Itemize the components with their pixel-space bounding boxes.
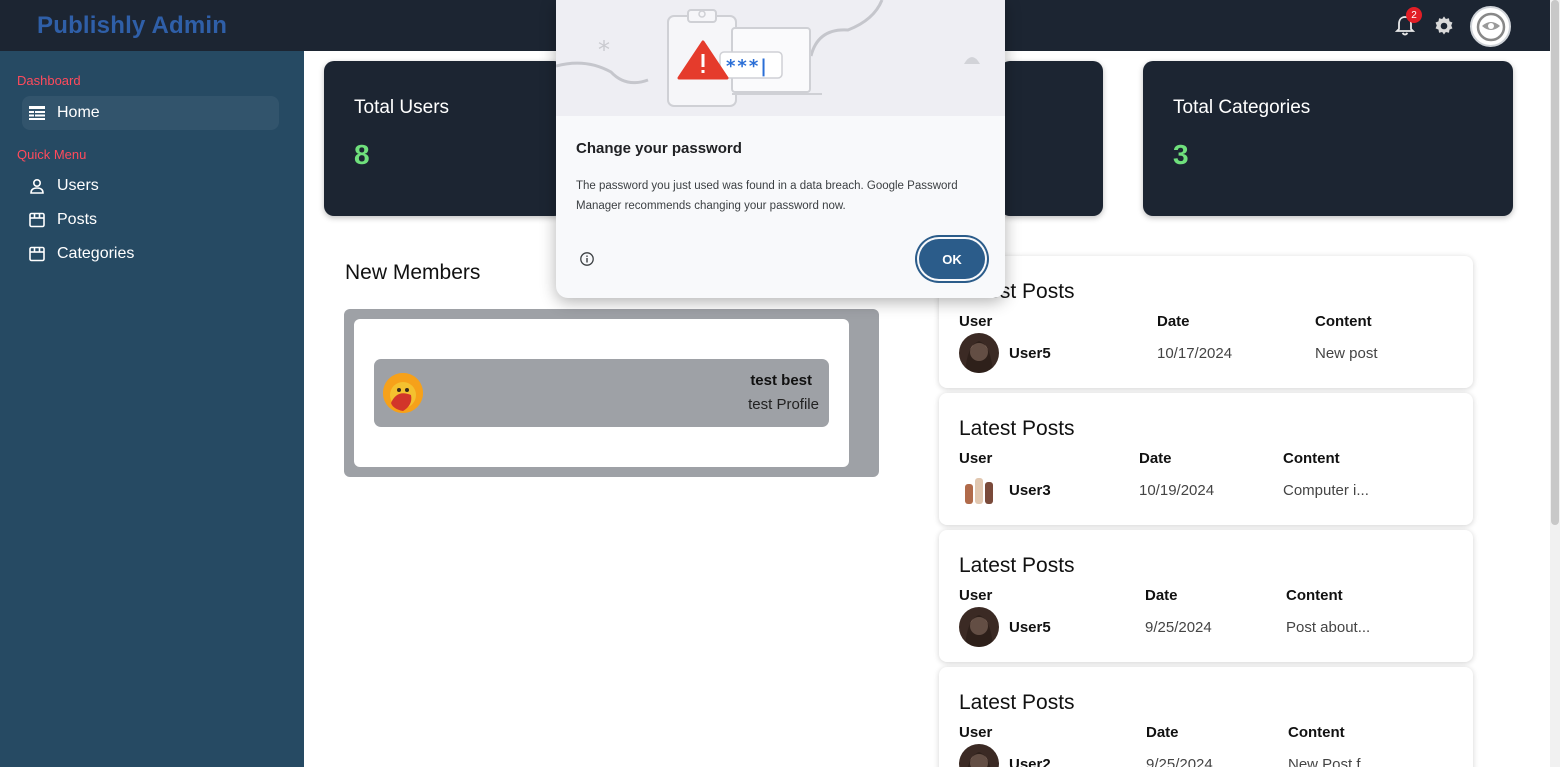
header-date: Date	[1157, 313, 1190, 330]
sidebar-item-home[interactable]: Home	[22, 96, 279, 130]
member-name: test best	[750, 372, 812, 389]
sidebar-item-users[interactable]: Users	[22, 169, 279, 203]
ok-button[interactable]: OK	[919, 239, 985, 279]
page-scrollbar[interactable]	[1550, 0, 1560, 767]
post-user[interactable]: User5	[1009, 345, 1051, 362]
card-title: Latest Posts	[959, 554, 1075, 577]
sidebar-section-dashboard: Dashboard	[17, 73, 81, 88]
post-user[interactable]: User5	[1009, 619, 1051, 636]
user-avatar	[959, 470, 999, 510]
user-avatar	[959, 744, 999, 767]
header-content: Content	[1288, 724, 1345, 741]
scrollbar-thumb[interactable]	[1551, 0, 1559, 525]
dialog-message: The password you just used was found in …	[576, 180, 958, 212]
stat-title: Total Categories	[1173, 97, 1311, 118]
card-title: Latest Posts	[959, 691, 1075, 714]
store-icon	[28, 245, 46, 263]
sidebar-section-quick-menu: Quick Menu	[17, 147, 87, 162]
header-date: Date	[1146, 724, 1179, 741]
member-profile: test Profile	[748, 396, 819, 413]
card-title: Latest Posts	[959, 417, 1075, 440]
stat-card-categories: Total Categories 3	[1143, 61, 1513, 216]
latest-posts-card: Latest Posts User Date Content User5 10/…	[939, 256, 1473, 388]
user-avatar	[959, 333, 999, 373]
post-content[interactable]: Computer i...	[1283, 482, 1369, 499]
post-date: 10/19/2024	[1139, 482, 1215, 499]
header-content: Content	[1286, 587, 1343, 604]
post-content[interactable]: New post	[1315, 345, 1378, 362]
header-user: User	[959, 313, 993, 330]
member-avatar	[383, 373, 423, 413]
sidebar-item-label: Posts	[57, 211, 98, 228]
sidebar: Dashboard Home Quick Menu Users Posts Ca…	[0, 51, 304, 767]
user-icon	[28, 177, 46, 195]
stat-card-users: Total Users 8	[324, 61, 564, 216]
gear-icon[interactable]	[1431, 13, 1457, 39]
store-icon	[28, 211, 46, 229]
sidebar-item-posts[interactable]: Posts	[22, 203, 279, 237]
stat-value: 8	[354, 139, 370, 170]
latest-posts-card: Latest Posts User Date Content User2 9/2…	[939, 667, 1473, 767]
stat-title: Total Users	[354, 97, 450, 118]
post-date: 9/25/2024	[1145, 619, 1212, 636]
dialog-title: Change your password	[576, 140, 742, 157]
sidebar-item-label: Home	[57, 104, 100, 121]
new-members-title: New Members	[345, 261, 481, 284]
header-user: User	[959, 450, 993, 467]
change-password-dialog: * ***| Change your password The password…	[556, 0, 1005, 298]
stat-value: 3	[1173, 139, 1189, 170]
illustration-text: ***|	[726, 56, 769, 77]
header-content: Content	[1315, 313, 1372, 330]
post-user[interactable]: User2	[1009, 756, 1051, 767]
post-content[interactable]: Post about...	[1286, 619, 1370, 636]
notification-badge: 2	[1406, 7, 1422, 23]
header-user: User	[959, 724, 993, 741]
breach-illustration: * ***|	[556, 0, 1005, 116]
post-content[interactable]: New Post f...	[1288, 756, 1373, 767]
app-title[interactable]: Publishly Admin	[37, 12, 227, 40]
sidebar-item-label: Users	[57, 177, 99, 194]
info-icon[interactable]	[579, 251, 595, 267]
header-content: Content	[1283, 450, 1340, 467]
svg-text:*: *	[598, 36, 610, 64]
member-card[interactable]: test best test Profile	[374, 359, 829, 427]
latest-posts-card: Latest Posts User Date Content User5 9/2…	[939, 530, 1473, 662]
user-avatar[interactable]	[1470, 6, 1511, 47]
latest-posts-card: Latest Posts User Date Content User3 10/…	[939, 393, 1473, 525]
header-date: Date	[1145, 587, 1178, 604]
post-user[interactable]: User3	[1009, 482, 1051, 499]
sidebar-item-categories[interactable]: Categories	[22, 237, 279, 271]
table-icon	[28, 104, 46, 122]
user-avatar	[959, 607, 999, 647]
header-user: User	[959, 587, 993, 604]
post-date: 10/17/2024	[1157, 345, 1233, 362]
sidebar-item-label: Categories	[57, 245, 135, 262]
header-date: Date	[1139, 450, 1172, 467]
stat-card-hidden	[1000, 61, 1103, 216]
post-date: 9/25/2024	[1146, 756, 1213, 767]
